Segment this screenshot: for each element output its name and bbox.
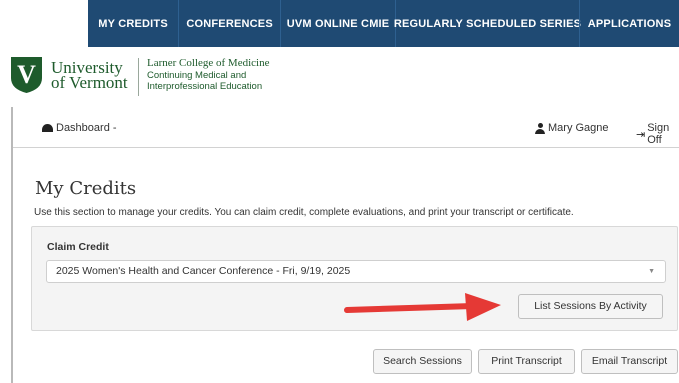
college-subtitle: Continuing Medical and Interprofessional… [147, 70, 262, 92]
user-name: Mary Gagne [548, 122, 609, 134]
user-profile-link[interactable]: Mary Gagne [535, 122, 609, 134]
list-sessions-button[interactable]: List Sessions By Activity [518, 294, 663, 319]
nav-applications[interactable]: APPLICATIONS [578, 0, 679, 47]
top-nav-bar: MY CREDITS CONFERENCES UVM ONLINE CMIE R… [88, 0, 679, 47]
user-icon [535, 122, 545, 134]
user-bar: Dashboard - Mary Gagne ⇥ Sign Off [13, 107, 679, 148]
chevron-down-icon: ▼ [648, 268, 655, 275]
page-title: My Credits [35, 178, 137, 199]
dashboard-icon [42, 124, 53, 132]
sign-off-link[interactable]: ⇥ Sign Off [636, 122, 679, 146]
email-transcript-button[interactable]: Email Transcript [581, 349, 678, 374]
brand-header: V University of Vermont Larner College o… [0, 47, 679, 107]
dashboard-dropdown-indicator: - [112, 122, 117, 134]
nav-uvm-online-cmie[interactable]: UVM ONLINE CMIE [280, 0, 395, 47]
content-left-border [11, 107, 13, 383]
claim-credit-selected-value: 2025 Women's Health and Cancer Conferenc… [56, 265, 351, 277]
uvm-logo-letter: V [17, 60, 36, 89]
search-sessions-button[interactable]: Search Sessions [373, 349, 472, 374]
nav-conferences[interactable]: CONFERENCES [178, 0, 280, 47]
nav-my-credits[interactable]: MY CREDITS [88, 0, 178, 47]
nav-regularly-scheduled-series[interactable]: REGULARLY SCHEDULED SERIES [394, 0, 581, 47]
sign-off-label: Sign Off [647, 122, 670, 146]
page-intro: Use this section to manage your credits.… [34, 207, 574, 218]
college-subtitle-line-1: Continuing Medical and [147, 70, 247, 81]
university-line-2: of Vermont [51, 73, 128, 92]
brand-divider [138, 58, 139, 96]
print-transcript-button[interactable]: Print Transcript [478, 349, 575, 374]
college-subtitle-line-2: Interprofessional Education [147, 81, 263, 92]
uvm-shield-logo[interactable]: V [10, 56, 43, 94]
top-navigation: MY CREDITS CONFERENCES UVM ONLINE CMIE R… [0, 0, 679, 47]
dashboard-label: Dashboard [56, 122, 110, 134]
claim-credit-label: Claim Credit [47, 241, 109, 253]
university-name[interactable]: University of Vermont [51, 59, 128, 92]
dashboard-link[interactable]: Dashboard - [42, 122, 117, 134]
annotation-arrow-icon [344, 293, 501, 321]
claim-credit-select[interactable]: 2025 Women's Health and Cancer Conferenc… [46, 260, 666, 283]
college-name: Larner College of Medicine [147, 57, 270, 69]
sign-out-icon: ⇥ [636, 128, 646, 141]
